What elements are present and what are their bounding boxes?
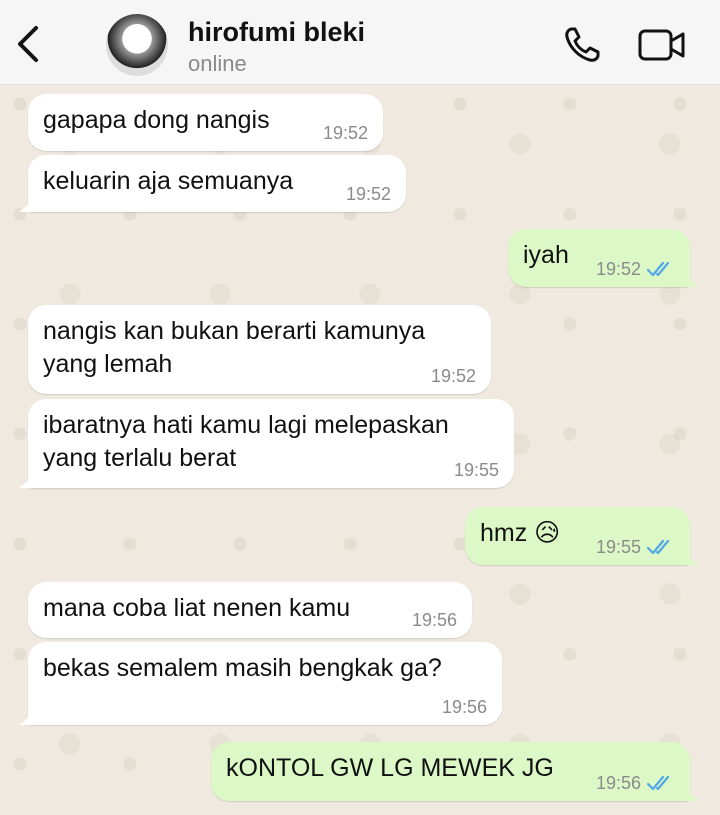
message-text: keluarin aja semuanya [43, 167, 294, 195]
call-button[interactable] [561, 24, 603, 66]
message-time: 19:52 [430, 366, 476, 386]
message-time-status: 19:52 [596, 260, 675, 278]
chat-header: hirofumi bleki online [0, 0, 720, 85]
message-time-status: 19:55 [596, 538, 675, 556]
message-bubble-outgoing[interactable]: iyah 19:52 [508, 229, 690, 287]
message-bubble-incoming[interactable]: bekas semalem masih bengkak ga? 19:56 [28, 642, 502, 725]
message-bubble-incoming[interactable]: ibaratnya hati kamu lagi melepaskan yang… [28, 399, 514, 488]
message-time-status: 19:56 [596, 774, 675, 792]
message-text: ibaratnya hati kamu lagi melepaskan yang… [43, 411, 449, 472]
message-time: 19:56 [411, 610, 457, 630]
back-button[interactable] [12, 24, 46, 64]
chevron-left-icon [18, 26, 38, 62]
video-call-button[interactable] [638, 28, 686, 62]
message-text: nangis kan bukan berarti kamunya yang le… [43, 317, 426, 378]
message-time: 19:52 [595, 259, 641, 279]
message-time: 19:52 [322, 123, 368, 143]
message-bubble-outgoing[interactable]: kONTOL GW LG MEWEK JG 19:56 [211, 742, 690, 801]
double-check-icon [647, 539, 670, 555]
message-bubble-incoming[interactable]: keluarin aja semuanya 19:52 [28, 155, 406, 212]
message-bubble-outgoing[interactable]: hmz 😥 19:55 [465, 507, 690, 565]
message-time: 19:56 [441, 697, 487, 717]
contact-status: online [188, 51, 247, 76]
message-text: gapapa dong nangis [43, 106, 270, 134]
double-check-icon [647, 775, 670, 791]
message-time: 19:52 [345, 184, 391, 204]
contact-name[interactable]: hirofumi bleki [188, 17, 365, 48]
message-text: mana coba liat nenen kamu [43, 594, 351, 622]
double-check-icon [647, 261, 670, 277]
message-time: 19:56 [595, 773, 641, 793]
message-bubble-incoming[interactable]: nangis kan bukan berarti kamunya yang le… [28, 305, 491, 394]
message-bubble-incoming[interactable]: gapapa dong nangis 19:52 [28, 94, 383, 151]
message-time: 19:55 [595, 537, 641, 557]
video-camera-icon [638, 29, 685, 61]
avatar[interactable] [106, 14, 168, 76]
message-text: bekas semalem masih bengkak ga? [43, 654, 442, 682]
message-bubble-incoming[interactable]: mana coba liat nenen kamu 19:56 [28, 582, 472, 638]
message-time: 19:55 [453, 460, 499, 480]
phone-icon [565, 27, 600, 62]
